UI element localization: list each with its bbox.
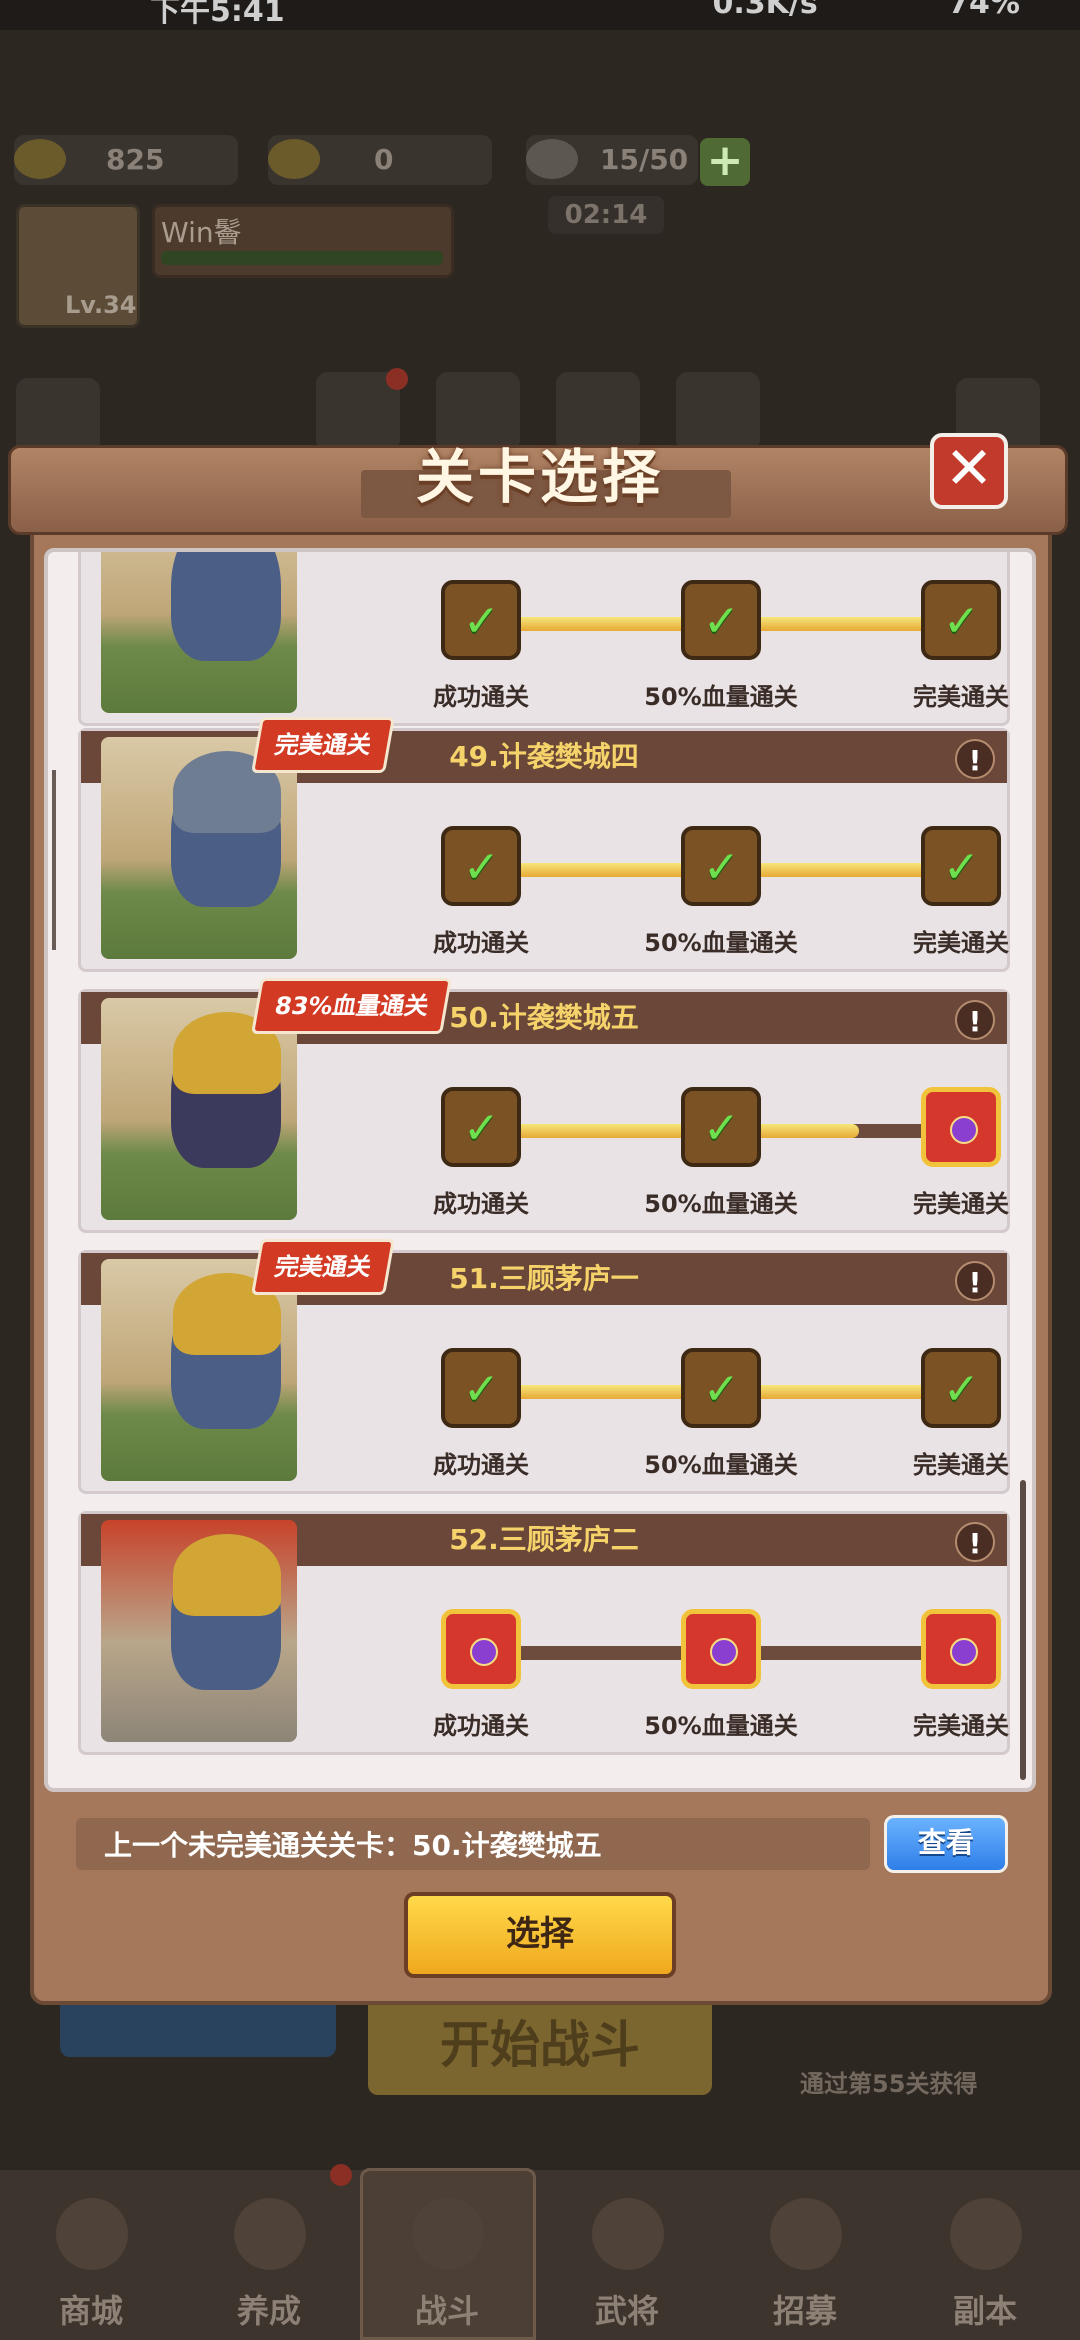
select-button[interactable]: 选择 [404, 1892, 676, 1978]
stamina-counter: 15/50 [526, 135, 698, 185]
avatar[interactable]: Lv.34 [16, 204, 140, 328]
notification-dot [330, 2164, 352, 2186]
stamina-value: 15/50 [600, 143, 689, 176]
nav-label: 副本 [952, 2292, 1017, 2330]
train-icon [234, 2198, 306, 2270]
chest-label: 完美通关 [913, 1451, 1009, 1479]
stage-badge: 83%血量通关 [251, 978, 453, 1034]
stage-art [101, 1520, 297, 1742]
status-time: 下午5:41 [150, 0, 285, 29]
stage-art [101, 552, 297, 713]
gold-counter: 825 [14, 135, 238, 185]
battery-level: 74% [948, 0, 1020, 21]
chest-closed-icon[interactable] [921, 1087, 1001, 1167]
stage-card[interactable]: 50.计袭樊城五 ! 83%血量通关 ✓ ✓ 成功通关 50%血量通关 完美通关 [78, 978, 1010, 1233]
view-button[interactable]: 查看 [884, 1815, 1008, 1873]
nav-label: 商城 [58, 2292, 123, 2330]
stage-card[interactable]: 51.三顾茅庐一 ! 完美通关 ✓ ✓ ✓ 成功通关 50%血量通关 完美通关 [78, 1239, 1010, 1494]
nav-label: 武将 [594, 2292, 659, 2330]
nav-label: 招募 [772, 2292, 837, 2330]
scrollbar[interactable] [1020, 1480, 1026, 1780]
add-stamina-button[interactable]: + [700, 138, 750, 186]
chest-label: 完美通关 [913, 1712, 1009, 1740]
chest-closed-icon[interactable] [681, 1609, 761, 1689]
chest-label: 成功通关 [433, 683, 529, 711]
shop-icon [56, 2198, 128, 2270]
reward-hint: 通过第55关获得 [800, 2070, 978, 2098]
chest-label: 50%血量通关 [644, 1190, 798, 1218]
chest-open-icon[interactable]: ✓ [441, 1087, 521, 1167]
info-icon[interactable]: ! [955, 739, 995, 779]
dungeon-icon [950, 2198, 1022, 2270]
chest-open-icon[interactable]: ✓ [441, 1348, 521, 1428]
chest-open-icon[interactable]: ✓ [441, 580, 521, 660]
nav-label: 养成 [236, 2292, 301, 2330]
chest-closed-icon[interactable] [441, 1609, 521, 1689]
chest-open-icon[interactable]: ✓ [921, 1348, 1001, 1428]
chest-label: 50%血量通关 [644, 1451, 798, 1479]
chest-label: 成功通关 [433, 1712, 529, 1740]
player-info: Win鬠 [152, 204, 454, 278]
info-icon[interactable]: ! [955, 1000, 995, 1040]
start-battle-button[interactable]: 开始战斗 [368, 2005, 712, 2095]
ticket-icon [268, 139, 320, 179]
stamina-timer: 02:14 [548, 196, 664, 234]
player-level: Lv.34 [65, 291, 137, 319]
ticket-counter: 0 [268, 135, 492, 185]
nav-item-generals[interactable]: 武将 [552, 2186, 702, 2336]
chest-label: 成功通关 [433, 1451, 529, 1479]
chest-open-icon[interactable]: ✓ [681, 1087, 761, 1167]
stage-list[interactable]: ✓ ✓ ✓ 成功通关 50%血量通关 完美通关 49.计袭樊城四 ! 完美通关 … [44, 548, 1036, 1792]
nav-item-shop[interactable]: 商城 [16, 2186, 166, 2336]
chest-open-icon[interactable]: ✓ [441, 826, 521, 906]
nav-item-train[interactable]: 养成 [194, 2186, 344, 2336]
chest-label: 50%血量通关 [644, 683, 798, 711]
status-bar: 下午5:41 0.3K/s 74% [0, 0, 1080, 30]
chest-label: 50%血量通关 [644, 1712, 798, 1740]
stage-card[interactable]: 52.三顾茅庐二 ! 成功通关 50%血量通关 完美通关 [78, 1511, 1010, 1755]
stage-card[interactable]: ✓ ✓ ✓ 成功通关 50%血量通关 完美通关 [78, 552, 1010, 726]
chest-label: 完美通关 [913, 683, 1009, 711]
nav-label: 战斗 [414, 2292, 479, 2330]
chest-label: 成功通关 [433, 1190, 529, 1218]
info-icon[interactable]: ! [955, 1261, 995, 1301]
nav-item-battle[interactable]: 战斗 [372, 2186, 522, 2336]
nav-item-dungeon[interactable]: 副本 [910, 2186, 1060, 2336]
chest-closed-icon[interactable] [921, 1609, 1001, 1689]
gold-value: 825 [106, 143, 165, 176]
network-speed: 0.3K/s [712, 0, 818, 21]
helmet-icon [592, 2198, 664, 2270]
bun-icon [526, 139, 578, 179]
bg-blue-button[interactable] [60, 2005, 336, 2057]
recruit-icon [770, 2198, 842, 2270]
stage-card[interactable]: 49.计袭樊城四 ! 完美通关 ✓ ✓ ✓ 成功通关 50%血量通关 完美通关 [78, 717, 1010, 972]
notification-dot [386, 368, 408, 390]
chest-open-icon[interactable]: ✓ [921, 580, 1001, 660]
xp-bar [161, 251, 443, 265]
stage-badge: 完美通关 [251, 717, 395, 773]
nav-item-recruit[interactable]: 招募 [730, 2186, 880, 2336]
modal-title: 关卡选择 [415, 443, 664, 511]
close-button[interactable]: ✕ [930, 433, 1008, 509]
info-icon[interactable]: ! [955, 1522, 995, 1562]
chest-label: 成功通关 [433, 929, 529, 957]
chest-open-icon[interactable]: ✓ [681, 1348, 761, 1428]
chest-open-icon[interactable]: ✓ [921, 826, 1001, 906]
chest-label: 完美通关 [913, 1190, 1009, 1218]
gold-icon [14, 139, 66, 179]
last-imperfect-text: 上一个未完美通关关卡：50.计袭樊城五 [104, 1829, 602, 1862]
scroll-indicator [52, 770, 56, 950]
chest-open-icon[interactable]: ✓ [681, 826, 761, 906]
chest-open-icon[interactable]: ✓ [681, 580, 761, 660]
ticket-value: 0 [374, 143, 394, 176]
swords-icon [412, 2198, 484, 2270]
chest-label: 50%血量通关 [644, 929, 798, 957]
chest-label: 完美通关 [913, 929, 1009, 957]
player-name: Win鬠 [161, 216, 242, 249]
stage-badge: 完美通关 [251, 1239, 395, 1295]
